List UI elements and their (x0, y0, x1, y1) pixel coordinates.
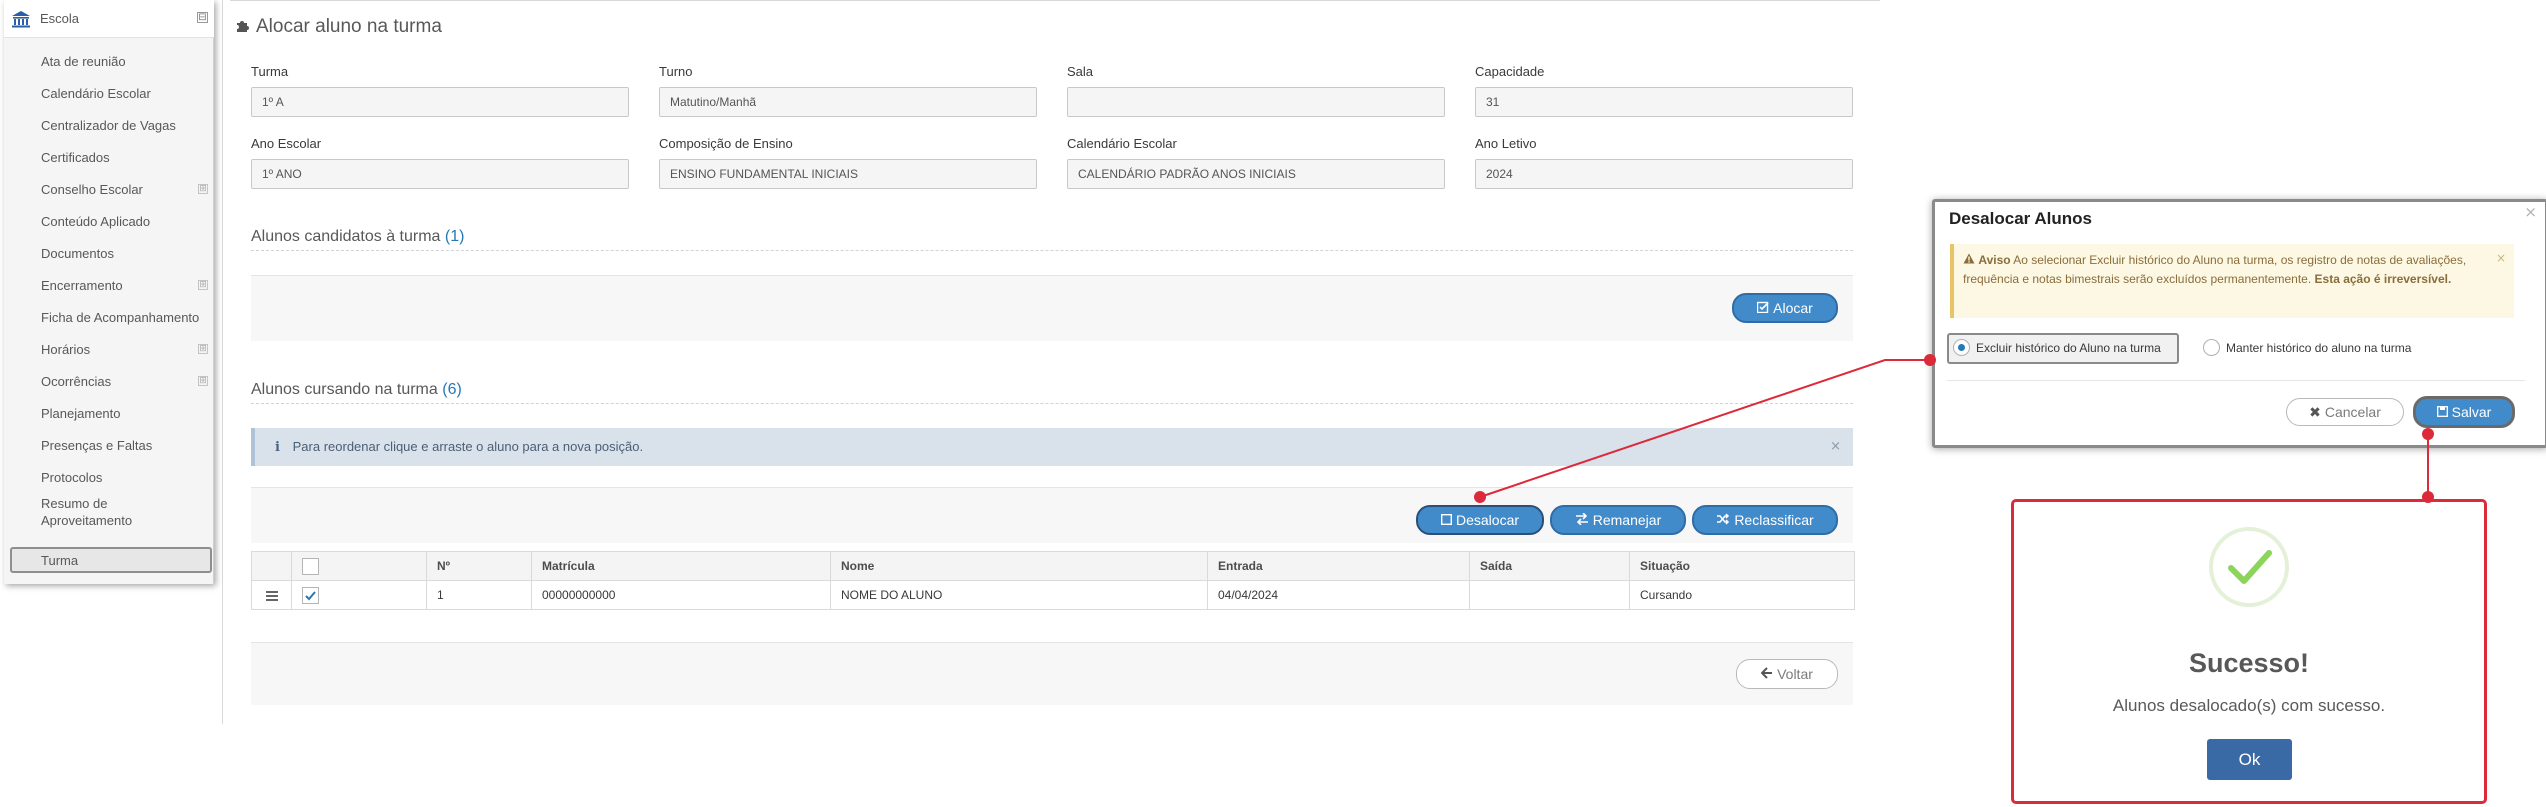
arrow-desalocar-to-dialog (1474, 354, 1936, 503)
annotation-arrows (1474, 354, 2434, 503)
